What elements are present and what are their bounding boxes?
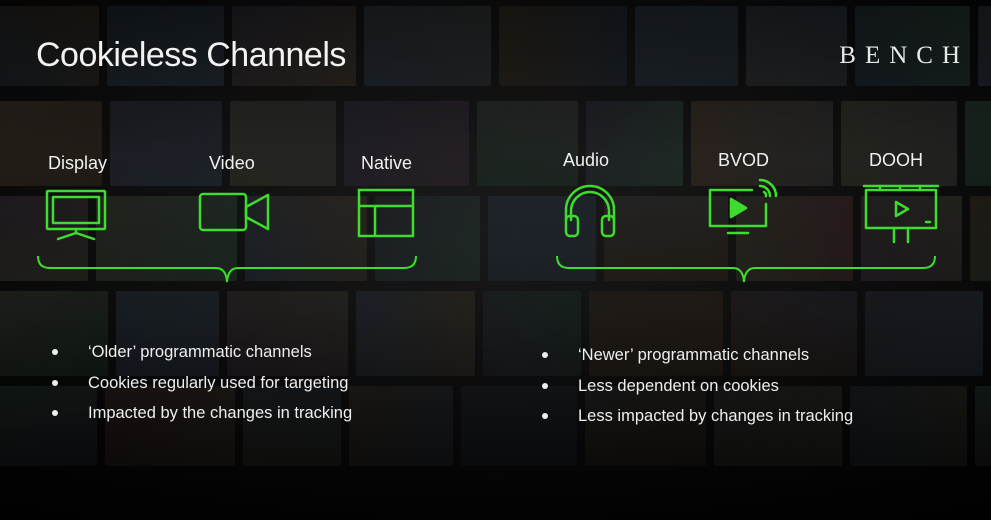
bullet-item: Impacted by the changes in tracking [52, 398, 352, 429]
bullet-dot [542, 382, 548, 389]
bullet-text: Less dependent on cookies [578, 376, 779, 395]
bullet-text: Cookies regularly used for targeting [88, 373, 349, 392]
channel-label-audio: Audio [563, 150, 610, 170]
bullet-item: Cookies regularly used for targeting [52, 368, 352, 399]
channel-label-display: Display [48, 153, 108, 173]
newer-channels-brace [556, 255, 936, 283]
bullet-item: Less impacted by changes in tracking [542, 401, 853, 432]
layout-icon [357, 188, 415, 238]
bullet-dot [52, 379, 58, 386]
bullet-item: Less dependent on cookies [542, 371, 853, 402]
channel-label-bvod: BVOD [718, 150, 770, 170]
channel-label-dooh: DOOH [869, 150, 923, 170]
billboard-icon [862, 184, 940, 244]
older-channels-bullets: ‘Older’ programmatic channels Cookies re… [52, 337, 352, 429]
bullet-text: Impacted by the changes in tracking [88, 404, 353, 422]
older-channels-brace [37, 255, 417, 283]
bullet-dot [52, 349, 58, 355]
bullet-dot [52, 410, 58, 416]
slide-title: Cookieless Channels [36, 36, 346, 74]
bullet-text: ‘Older’ programmatic channels [88, 343, 312, 361]
bullet-item: ‘Older’ programmatic channels [52, 337, 352, 368]
headphones-icon [564, 184, 616, 238]
video-camera-icon [198, 192, 270, 232]
connected-tv-icon [708, 178, 778, 235]
slide: Cookieless Channels BENCH Display Video … [0, 0, 991, 520]
channel-label-native: Native [361, 153, 413, 173]
bench-logo: BENCH [839, 42, 969, 69]
bullet-dot [542, 352, 548, 358]
bullet-text: ‘Newer’ programmatic channels [578, 346, 810, 364]
bullet-text: Less impacted by changes in tracking [578, 407, 854, 425]
bullet-item: ‘Newer’ programmatic channels [542, 340, 853, 371]
monitor-icon [45, 189, 107, 241]
channel-label-video: Video [209, 153, 255, 173]
newer-channels-bullets: ‘Newer’ programmatic channels Less depen… [542, 340, 853, 432]
bullet-dot [542, 413, 548, 419]
